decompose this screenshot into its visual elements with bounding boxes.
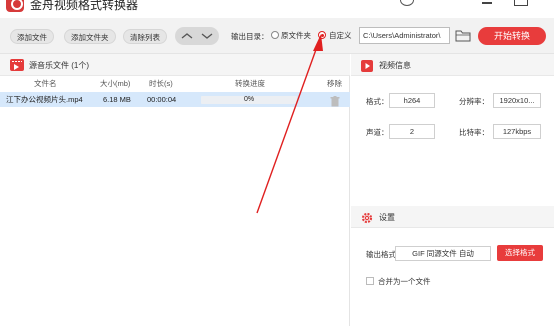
format-label: 格式： <box>366 97 389 106</box>
play-icon <box>361 59 373 72</box>
minimize-icon[interactable] <box>482 2 492 4</box>
progress-bar: 0% <box>201 96 297 104</box>
resolution-label: 分辨率： <box>459 97 489 106</box>
clear-list-button[interactable]: 清除列表 <box>123 29 167 44</box>
channel-value: 2 <box>389 124 435 139</box>
output-path-input[interactable] <box>359 27 450 44</box>
table-row[interactable]: 江下办公视频片头.mp4 6.18 MB 00:00:04 0% <box>0 92 350 107</box>
file-duration-cell: 00:00:04 <box>147 95 177 104</box>
channel-label: 声道： <box>366 128 389 137</box>
move-down-button[interactable] <box>197 29 217 43</box>
bitrate-value: 127kbps <box>493 124 541 139</box>
radio-custom-label[interactable]: 自定义 <box>329 30 352 41</box>
file-name-cell: 江下办公视频片头.mp4 <box>6 95 83 104</box>
settings-title: 设置 <box>379 213 395 222</box>
column-header-size: 大小(mb) <box>100 79 131 88</box>
app-window: 金舟视频格式转换器 添加文件 添加文件夹 清除列表 输出目录： 原文件夹 自定义… <box>0 0 554 326</box>
gear-icon <box>361 211 373 224</box>
column-header-name: 文件名 <box>34 79 57 88</box>
app-title: 金舟视频格式转换器 <box>30 0 139 12</box>
select-format-button[interactable]: 选择格式 <box>497 245 543 261</box>
trash-icon[interactable] <box>330 94 340 107</box>
file-list-title: 源音乐文件 (1个) <box>29 61 89 70</box>
radio-custom[interactable] <box>318 31 326 39</box>
move-buttons <box>175 27 219 45</box>
chevron-up-icon <box>181 33 193 39</box>
file-list-panel: 源音乐文件 (1个) 文件名 大小(mb) 时长(s) 转换进度 移除 江下办公… <box>0 54 350 326</box>
add-file-button[interactable]: 添加文件 <box>10 29 54 44</box>
user-icon[interactable] <box>400 0 414 6</box>
column-header-progress: 转换进度 <box>235 79 265 88</box>
format-value: h264 <box>389 93 435 108</box>
film-icon <box>10 59 24 71</box>
title-bar: 金舟视频格式转换器 <box>0 0 554 18</box>
column-header-duration: 时长(s) <box>149 79 173 88</box>
add-folder-button[interactable]: 添加文件夹 <box>64 29 116 44</box>
toolbar: 添加文件 添加文件夹 清除列表 输出目录： 原文件夹 自定义 开始转换 <box>0 18 554 54</box>
start-convert-button[interactable]: 开始转换 <box>478 27 546 45</box>
chevron-down-icon <box>201 33 213 39</box>
video-info-title: 视频信息 <box>379 61 411 70</box>
column-header-remove: 移除 <box>327 79 342 88</box>
video-info-header: 视频信息 <box>351 54 554 76</box>
maximize-icon[interactable] <box>514 0 528 6</box>
radio-source-folder[interactable] <box>271 31 279 39</box>
merge-checkbox[interactable] <box>366 277 374 285</box>
radio-source-folder-label[interactable]: 原文件夹 <box>281 30 311 41</box>
output-dir-label: 输出目录： <box>231 32 269 41</box>
merge-checkbox-label[interactable]: 合并为一个文件 <box>378 276 431 287</box>
file-size-cell: 6.18 MB <box>103 95 131 104</box>
right-panel: 视频信息 格式： h264 分辨率： 1920x10... 声道： 2 比特率：… <box>351 54 554 326</box>
bitrate-label: 比特率： <box>459 128 489 137</box>
move-up-button[interactable] <box>177 29 197 43</box>
progress-text: 0% <box>243 96 255 103</box>
settings-header: 设置 <box>351 206 554 228</box>
output-format-value[interactable]: GIF 同源文件 自动 <box>395 246 491 261</box>
folder-icon[interactable] <box>455 29 471 42</box>
app-logo-icon <box>6 0 24 12</box>
resolution-value: 1920x10... <box>493 93 541 108</box>
file-list-header: 源音乐文件 (1个) <box>0 54 350 76</box>
